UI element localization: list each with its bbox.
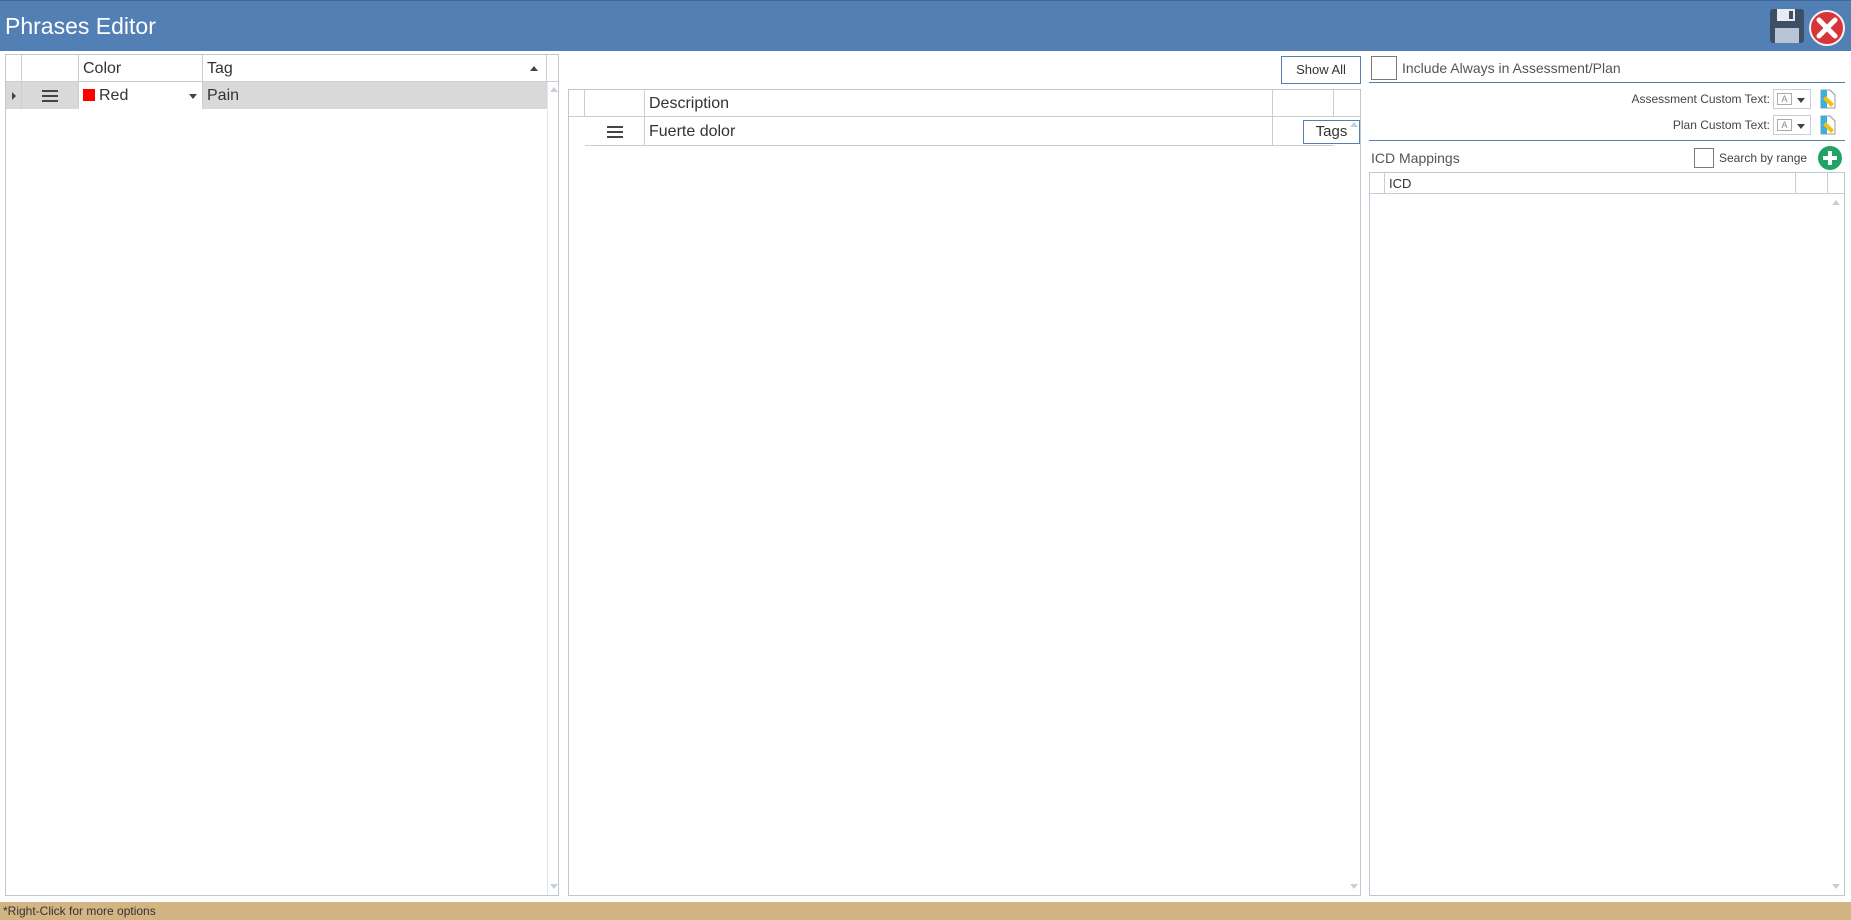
header-tag-label: Tag [207, 60, 233, 77]
header-color[interactable]: Color [79, 55, 203, 82]
divider [1369, 82, 1845, 83]
tag-cell[interactable]: Pain [203, 82, 547, 109]
scroll-up-arrow[interactable] [550, 87, 558, 92]
chevron-down-icon [1797, 124, 1805, 129]
header-indicator [1370, 173, 1385, 194]
color-swatch [83, 89, 95, 101]
sort-ascending-icon [530, 66, 538, 71]
floppy-disk-icon [1770, 9, 1804, 43]
header-drag [22, 55, 79, 82]
status-hint: *Right-Click for more options [3, 904, 156, 918]
scroll-down-arrow[interactable] [1832, 884, 1840, 889]
search-by-range-checkbox[interactable] [1694, 148, 1714, 168]
scroll-down-arrow[interactable] [550, 884, 558, 889]
tags-panel: Color Tag Red Pain [5, 54, 559, 896]
icd-scrollbar[interactable] [1828, 194, 1844, 895]
close-button[interactable] [1808, 9, 1846, 47]
color-value: Red [99, 87, 129, 104]
tags-scrollbar[interactable] [547, 82, 558, 895]
expand-arrow-icon [12, 92, 16, 100]
header-expander [6, 55, 22, 82]
phrases-grid-header: Description [569, 90, 1360, 117]
assessment-custom-text-dropdown[interactable]: A [1773, 89, 1811, 109]
text-format-icon: A [1777, 119, 1792, 131]
row-expander[interactable] [6, 82, 22, 109]
search-by-range-label: Search by range [1719, 151, 1808, 165]
phrases-panel: Description Fuerte dolor Tags [568, 89, 1361, 896]
text-format-icon: A [1777, 93, 1792, 105]
phrases-scrollbar[interactable] [1347, 117, 1360, 895]
icd-mappings-label: ICD Mappings [1371, 150, 1460, 166]
table-row[interactable]: Fuerte dolor Tags [585, 117, 1360, 146]
assessment-custom-text-label: Assessment Custom Text: [1631, 92, 1771, 106]
add-icd-button[interactable] [1817, 145, 1843, 171]
header-action [1796, 173, 1828, 194]
plan-custom-text-label: Plan Custom Text: [1672, 118, 1770, 132]
title-bar: Phrases Editor [0, 0, 1851, 51]
divider [1369, 140, 1845, 141]
color-dropdown[interactable]: Red [79, 82, 203, 109]
tags-grid-header: Color Tag [6, 55, 558, 82]
include-always-label: Include Always in Assessment/Plan [1402, 60, 1621, 76]
show-all-button[interactable]: Show All [1281, 56, 1361, 84]
chevron-down-icon [1797, 98, 1805, 103]
drag-handle-icon [42, 90, 58, 102]
scroll-up-arrow[interactable] [1350, 122, 1358, 127]
chevron-down-icon [189, 94, 197, 99]
header-drag [585, 90, 645, 117]
header-description[interactable]: Description [645, 90, 1273, 117]
row-drag-handle[interactable] [585, 117, 645, 146]
header-indicator [569, 90, 585, 117]
drag-handle-icon [607, 126, 623, 138]
icd-panel: ICD [1369, 172, 1845, 896]
header-icd[interactable]: ICD [1385, 173, 1796, 194]
edit-document-icon[interactable] [1818, 88, 1838, 110]
scroll-down-arrow[interactable] [1350, 884, 1358, 889]
status-bar: *Right-Click for more options [0, 902, 1851, 920]
edit-document-icon[interactable] [1818, 114, 1838, 136]
window-title: Phrases Editor [5, 13, 156, 39]
close-x-icon [1809, 10, 1845, 46]
plan-custom-text-dropdown[interactable]: A [1773, 115, 1811, 135]
header-tags [1273, 90, 1334, 117]
description-cell[interactable]: Fuerte dolor [645, 117, 1273, 146]
row-drag-handle[interactable] [22, 82, 79, 109]
icd-grid-header: ICD [1370, 173, 1844, 194]
header-tag[interactable]: Tag [203, 55, 547, 82]
table-row[interactable]: Red Pain [6, 82, 547, 109]
scroll-up-arrow[interactable] [1832, 200, 1840, 205]
include-always-checkbox[interactable] [1371, 56, 1397, 80]
save-button[interactable] [1768, 7, 1806, 45]
